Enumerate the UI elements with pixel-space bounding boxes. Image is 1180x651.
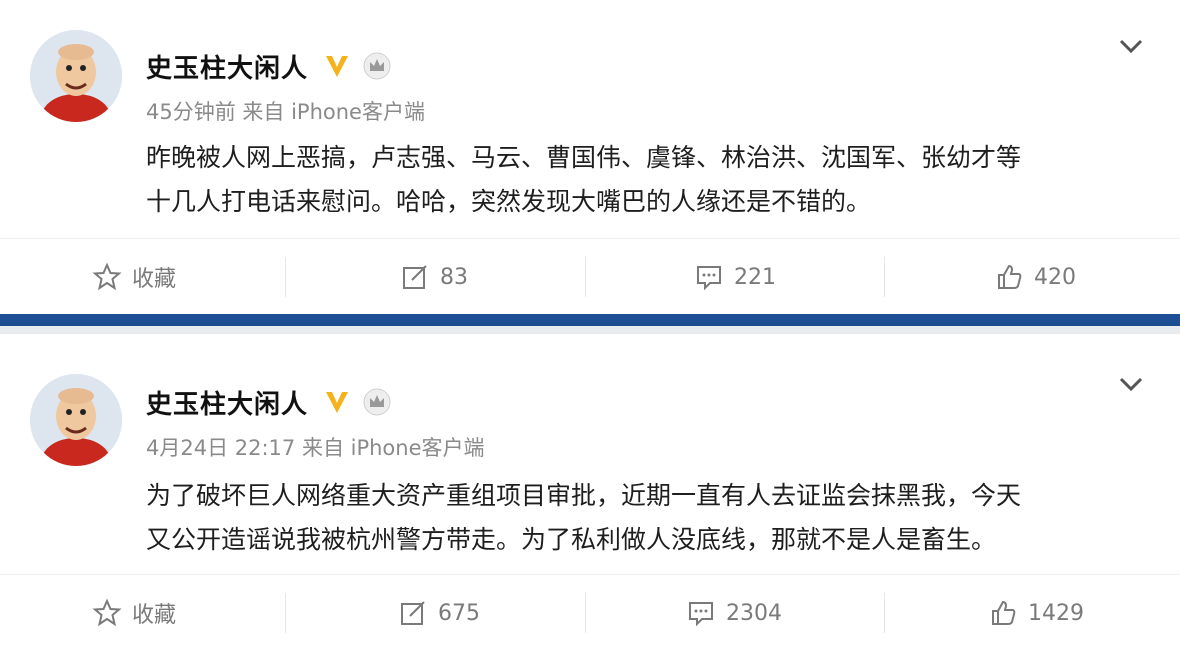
post-meta: 45分钟前 来自 iPhone客户端 [146, 100, 425, 124]
user-row: 史玉柱大闲人 [146, 382, 392, 422]
repost-icon [403, 265, 427, 289]
comment-icon [697, 266, 721, 291]
weibo-post: 史玉柱大闲人 45分钟前 来自 iPhone客户端 昨晚被人网上恶搞，卢志强、马… [0, 0, 1180, 314]
separator [884, 257, 885, 297]
username[interactable]: 史玉柱大闲人 [146, 384, 308, 421]
weibo-post: 史玉柱大闲人 4月24日 22:17 来自 iPhone客户端 为了破坏巨人网络… [0, 334, 1180, 644]
vip-crown-icon[interactable] [362, 51, 392, 81]
post-text: 昨晚被人网上恶搞，卢志强、马云、曹国伟、虞锋、林治洪、沈国军、张幼才等 十几人打… [146, 136, 1146, 224]
favorite-label: 收藏 [132, 603, 177, 628]
avatar[interactable] [30, 374, 122, 466]
repost-button[interactable]: 675 [398, 575, 480, 651]
star-icon [92, 262, 122, 291]
separator [285, 257, 286, 297]
post-meta: 4月24日 22:17 来自 iPhone客户端 [146, 436, 485, 460]
comment-count: 221 [734, 264, 776, 290]
like-count: 420 [1034, 264, 1076, 290]
post-text-line: 十几人打电话来慰问。哈哈，突然发现大嘴巴的人缘还是不错的。 [146, 187, 872, 216]
post-text-line: 为了破坏巨人网络重大资产重组项目审批，近期一直有人去证监会抹黑我，今天 [146, 481, 1022, 510]
username[interactable]: 史玉柱大闲人 [146, 48, 308, 85]
comment-button[interactable]: 221 [694, 239, 776, 315]
verified-v-icon [326, 56, 349, 77]
repost-icon [401, 601, 425, 625]
verified-v-icon [326, 392, 349, 413]
avatar[interactable] [30, 30, 122, 122]
separator [285, 593, 286, 633]
chevron-down-icon[interactable] [1116, 372, 1146, 396]
favorite-button[interactable]: 收藏 [92, 239, 176, 315]
action-bar: 收藏 83 221 420 [0, 238, 1180, 315]
comment-icon [689, 602, 713, 627]
comment-count: 2304 [726, 600, 782, 626]
star-icon [92, 598, 122, 627]
user-row: 史玉柱大闲人 [146, 46, 392, 86]
separator [585, 257, 586, 297]
like-icon [998, 264, 1022, 289]
like-button[interactable]: 420 [994, 239, 1076, 315]
chevron-down-icon[interactable] [1116, 34, 1146, 58]
post-divider [0, 314, 1180, 334]
repost-button[interactable]: 83 [400, 239, 468, 315]
post-text: 为了破坏巨人网络重大资产重组项目审批，近期一直有人去证监会抹黑我，今天 又公开造… [146, 474, 1146, 562]
divider-shade [0, 326, 1180, 334]
comment-button[interactable]: 2304 [686, 575, 782, 651]
favorite-label: 收藏 [132, 267, 177, 292]
repost-count: 675 [438, 600, 480, 626]
like-icon [992, 600, 1016, 625]
separator [884, 593, 885, 633]
action-bar: 收藏 675 2304 1429 [0, 574, 1180, 651]
favorite-button[interactable]: 收藏 [92, 575, 176, 651]
post-text-line: 又公开造谣说我被杭州警方带走。为了私利做人没底线，那就不是人是畜生。 [146, 525, 997, 554]
vip-crown-icon[interactable] [362, 387, 392, 417]
like-button[interactable]: 1429 [988, 575, 1084, 651]
post-text-line: 昨晚被人网上恶搞，卢志强、马云、曹国伟、虞锋、林治洪、沈国军、张幼才等 [146, 143, 1022, 172]
separator [585, 593, 586, 633]
repost-count: 83 [440, 264, 468, 290]
like-count: 1429 [1028, 600, 1084, 626]
